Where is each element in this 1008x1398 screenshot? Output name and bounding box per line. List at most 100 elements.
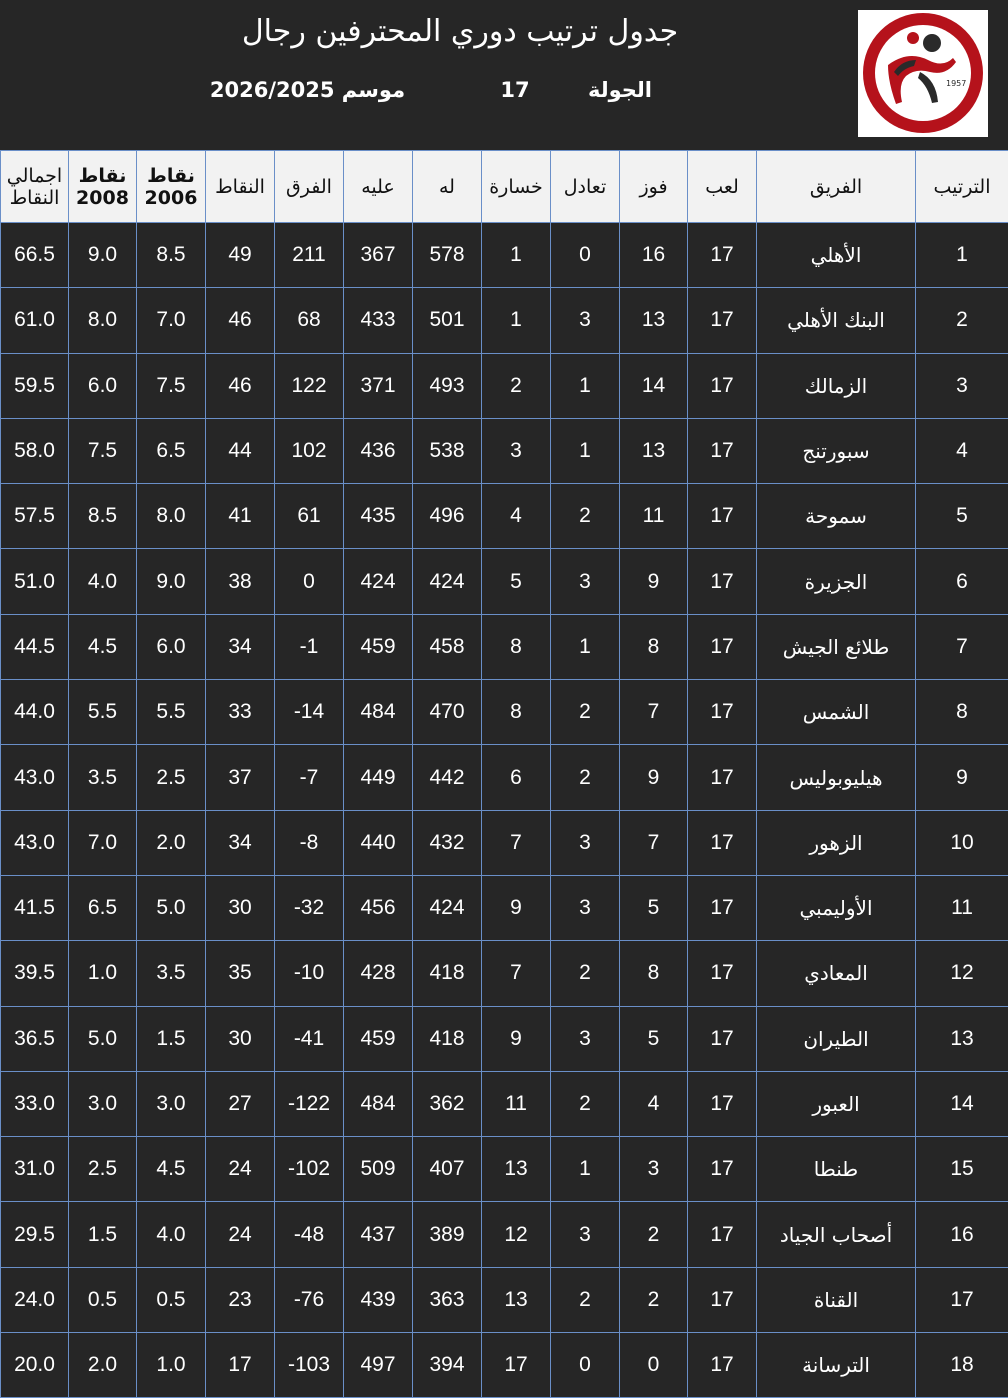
table-row: 36.5 5.0 1.5 30 -41 459 418 9 3 5 17 الطيران 13 <box>0 1005 1008 1072</box>
diff-cell: -8 <box>274 809 344 876</box>
drawn-cell: 3 <box>550 809 620 876</box>
rank-cell: 2 <box>915 287 1008 354</box>
points-cell: 37 <box>205 744 275 811</box>
drawn-cell: 0 <box>550 1332 620 1398</box>
team-cell: الزهور <box>756 809 916 876</box>
played-cell: 17 <box>687 1136 757 1203</box>
points-cell: 30 <box>205 874 275 942</box>
played-cell: 17 <box>687 221 757 289</box>
for-cell: 418 <box>412 1005 482 1072</box>
total-points-cell: 44.5 <box>0 613 69 681</box>
points-cell: 17 <box>205 1332 275 1398</box>
points-2008-cell: 3.0 <box>68 1070 137 1138</box>
points-2006-cell: 3.5 <box>136 940 206 1007</box>
points-2006-cell: 4.0 <box>136 1201 206 1268</box>
table-row: 39.5 1.0 3.5 35 -10 428 418 7 2 8 17 المعادي 12 <box>0 940 1008 1007</box>
lost-cell: 11 <box>481 1070 551 1138</box>
against-cell: 424 <box>343 548 413 615</box>
won-cell: 8 <box>619 613 688 681</box>
col-header-diff: الفرق <box>274 150 344 223</box>
against-cell: 435 <box>343 483 413 550</box>
against-cell: 484 <box>343 679 413 746</box>
played-cell: 17 <box>687 1070 757 1138</box>
lost-cell: 9 <box>481 1005 551 1072</box>
rank-cell: 7 <box>915 613 1008 681</box>
total-points-cell: 61.0 <box>0 287 69 354</box>
played-cell: 17 <box>687 679 757 746</box>
team-cell: العبور <box>756 1070 916 1138</box>
col-header-points-2006: نقاط 2006 <box>136 150 206 223</box>
played-cell: 17 <box>687 548 757 615</box>
won-cell: 7 <box>619 679 688 746</box>
table-row: 20.0 2.0 1.0 17 -103 497 394 17 0 0 17 الترسانة 18 <box>0 1332 1008 1398</box>
points-2006-cell: 2.5 <box>136 744 206 811</box>
diff-cell: -41 <box>274 1005 344 1072</box>
total-points-cell: 39.5 <box>0 940 69 1007</box>
played-cell: 17 <box>687 613 757 681</box>
rank-cell: 8 <box>915 679 1008 746</box>
points-cell: 24 <box>205 1136 275 1203</box>
lost-cell: 5 <box>481 548 551 615</box>
against-cell: 436 <box>343 417 413 485</box>
points-2008-cell: 3.5 <box>68 744 137 811</box>
lost-cell: 8 <box>481 613 551 681</box>
table-row: 43.0 7.0 2.0 34 -8 440 432 7 3 7 17 الزهور 10 <box>0 809 1008 876</box>
table-row: 58.0 7.5 6.5 44 102 436 538 3 1 13 17 سبورتنج 4 <box>0 417 1008 485</box>
lost-cell: 13 <box>481 1266 551 1334</box>
table-header-row: اجمالي النقاط نقاط 2008 نقاط 2006 النقاط… <box>0 150 1008 223</box>
points-cell: 24 <box>205 1201 275 1268</box>
federation-logo: 1957 <box>858 10 988 137</box>
points-2008-cell: 2.0 <box>68 1332 137 1398</box>
col-header-for: له <box>412 150 482 223</box>
points-2008-cell: 5.0 <box>68 1005 137 1072</box>
played-cell: 17 <box>687 1005 757 1072</box>
table-row: 43.0 3.5 2.5 37 -7 449 442 6 2 9 17 هيليوبوليس 9 <box>0 744 1008 811</box>
for-cell: 389 <box>412 1201 482 1268</box>
team-cell: الجزيرة <box>756 548 916 615</box>
drawn-cell: 2 <box>550 940 620 1007</box>
won-cell: 13 <box>619 417 688 485</box>
rank-cell: 18 <box>915 1332 1008 1398</box>
table-row: 59.5 6.0 7.5 46 122 371 493 2 1 14 17 الزمالك 3 <box>0 352 1008 419</box>
season-label: موسم 2026/2025 <box>209 78 406 102</box>
diff-cell: -103 <box>274 1332 344 1398</box>
lost-cell: 6 <box>481 744 551 811</box>
played-cell: 17 <box>687 940 757 1007</box>
drawn-cell: 3 <box>550 548 620 615</box>
table-row: 44.5 4.5 6.0 34 -1 459 458 8 1 8 17 طلائع الجيش 7 <box>0 613 1008 681</box>
diff-cell: 0 <box>274 548 344 615</box>
total-points-cell: 44.0 <box>0 679 69 746</box>
points-2008-cell: 4.0 <box>68 548 137 615</box>
points-cell: 49 <box>205 221 275 289</box>
points-2006-cell: 8.0 <box>136 483 206 550</box>
col-header-drawn: تعادل <box>550 150 620 223</box>
total-points-cell: 41.5 <box>0 874 69 942</box>
won-cell: 4 <box>619 1070 688 1138</box>
drawn-cell: 2 <box>550 679 620 746</box>
points-cell: 30 <box>205 1005 275 1072</box>
points-2008-cell: 2.5 <box>68 1136 137 1203</box>
won-cell: 5 <box>619 1005 688 1072</box>
played-cell: 17 <box>687 1332 757 1398</box>
lost-cell: 7 <box>481 940 551 1007</box>
col-header-team: الفريق <box>756 150 916 223</box>
points-2006-cell: 7.5 <box>136 352 206 419</box>
svg-text:1957: 1957 <box>946 79 966 88</box>
won-cell: 2 <box>619 1266 688 1334</box>
table-row: 44.0 5.5 5.5 33 -14 484 470 8 2 7 17 الشمس 8 <box>0 679 1008 746</box>
table-row: 66.5 9.0 8.5 49 211 367 578 1 0 16 17 الأهلي 1 <box>0 221 1008 289</box>
drawn-cell: 3 <box>550 1005 620 1072</box>
col-header-won: فوز <box>619 150 688 223</box>
against-cell: 456 <box>343 874 413 942</box>
total-points-cell: 24.0 <box>0 1266 69 1334</box>
lost-cell: 3 <box>481 417 551 485</box>
points-2008-cell: 1.5 <box>68 1201 137 1268</box>
points-2008-cell: 7.0 <box>68 809 137 876</box>
lost-cell: 1 <box>481 221 551 289</box>
for-cell: 578 <box>412 221 482 289</box>
points-2006-cell: 3.0 <box>136 1070 206 1138</box>
won-cell: 16 <box>619 221 688 289</box>
drawn-cell: 1 <box>550 1136 620 1203</box>
rank-cell: 1 <box>915 221 1008 289</box>
drawn-cell: 2 <box>550 1266 620 1334</box>
